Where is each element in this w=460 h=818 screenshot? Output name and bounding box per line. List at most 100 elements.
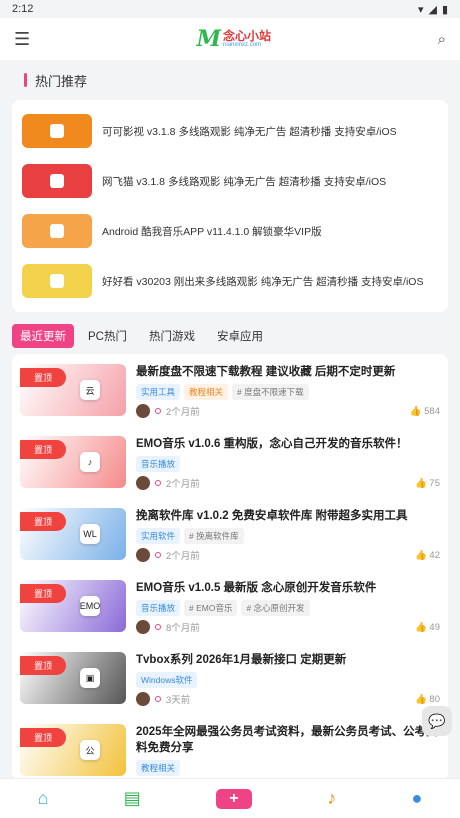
app-header: ☰ M 念心小站 nianxinxz.com ⌕: [0, 18, 460, 60]
user-icon[interactable]: ●: [411, 788, 422, 809]
post-time: 3天前: [166, 695, 191, 707]
hot-item[interactable]: Android 酷我音乐APP v11.4.1.0 解锁豪华VIP版: [22, 206, 438, 256]
avatar[interactable]: [136, 476, 150, 491]
post-meta: 2个月前 👍 584: [136, 404, 440, 419]
post-thumb: 置顶 WL: [20, 508, 126, 560]
post-title[interactable]: Tvbox系列 2026年1月最新接口 定期更新: [136, 652, 440, 668]
post-tag[interactable]: 实用软件: [136, 528, 181, 545]
avatar[interactable]: [136, 404, 150, 419]
bottom-nav: ⌂ ▤ + ♪ ●: [0, 778, 460, 818]
post-tags: 音乐播放: [136, 456, 440, 473]
app-icon: [50, 274, 64, 288]
hot-title-text: 热门推荐: [35, 73, 88, 89]
app-icon: ♪: [80, 452, 100, 472]
post-item[interactable]: 置顶 WL 挽离软件库 v1.0.2 免费安卓软件库 附带超多实用工具 实用软件…: [20, 502, 440, 574]
post-tag[interactable]: 实用工具: [136, 384, 181, 401]
pinned-badge: 置顶: [20, 512, 67, 531]
tab-2[interactable]: 热门游戏: [141, 324, 203, 348]
post-item[interactable]: 置顶 公 2025年全网最强公务员考试资料，最新公务员考试、公考资料免费分享 教…: [20, 718, 440, 780]
hot-item-title: Android 酷我音乐APP v11.4.1.0 解锁豪华VIP版: [102, 225, 322, 238]
hot-item[interactable]: 好好看 v30203 刚出来多线路观影 纯净无广告 超清秒播 支持安卓/iOS: [22, 256, 438, 306]
post-meta: 2个月前 👍 75: [136, 476, 440, 491]
post-tag[interactable]: # 度盘不限速下载: [232, 384, 309, 401]
post-list: 置顶 云 最新度盘不限速下载教程 建议收藏 后期不定时更新 实用工具 教程相关 # …: [12, 354, 448, 780]
logo-subtitle: nianxinxz.com: [223, 42, 262, 48]
post-tag[interactable]: # EMO音乐: [184, 600, 238, 617]
post-tag[interactable]: # 念心原创开发: [241, 600, 310, 617]
avatar[interactable]: [136, 620, 150, 635]
post-item[interactable]: 置顶 云 最新度盘不限速下载教程 建议收藏 后期不定时更新 实用工具 教程相关 # …: [20, 358, 440, 430]
tab-0[interactable]: 最近更新: [12, 324, 74, 348]
chat-float-button[interactable]: 💬: [422, 706, 452, 736]
hot-thumb: [22, 114, 92, 148]
post-tag[interactable]: Windows软件: [136, 672, 198, 689]
like-count[interactable]: 👍 75: [415, 478, 440, 489]
avatar[interactable]: [136, 548, 150, 563]
app-icon: ▣: [80, 668, 100, 688]
wallet-icon[interactable]: ▤: [124, 788, 141, 809]
post-title[interactable]: EMO音乐 v1.0.6 重构版，念心自己开发的音乐软件！: [136, 436, 440, 452]
app-icon: 公: [80, 740, 100, 760]
post-tags: 实用软件 # 挽离软件库: [136, 528, 440, 545]
publish-button[interactable]: +: [215, 788, 252, 809]
hot-item-title: 好好看 v30203 刚出来多线路观影 纯净无广告 超清秒播 支持安卓/iOS: [102, 275, 424, 288]
post-tag[interactable]: 教程相关: [136, 760, 181, 777]
post-title[interactable]: 最新度盘不限速下载教程 建议收藏 后期不定时更新: [136, 364, 440, 380]
app-icon: [50, 174, 64, 188]
post-thumb: 置顶 云: [20, 364, 126, 416]
post-item[interactable]: 置顶 ▣ Tvbox系列 2026年1月最新接口 定期更新 Windows软件 …: [20, 646, 440, 718]
status-icons: ▾ ◢ ▮: [418, 3, 448, 16]
hot-item[interactable]: 可可影视 v3.1.8 多线路观影 纯净无广告 超清秒播 支持安卓/iOS: [22, 106, 438, 156]
post-tag[interactable]: 音乐播放: [136, 456, 181, 473]
post-item[interactable]: 置顶 ♪ EMO音乐 v1.0.6 重构版，念心自己开发的音乐软件！ 音乐播放 …: [20, 430, 440, 502]
like-count[interactable]: 👍 80: [415, 694, 440, 705]
post-meta: 8个月前 👍 49: [136, 620, 440, 635]
post-title[interactable]: 2025年全网最强公务员考试资料，最新公务员考试、公考资料免费分享: [136, 724, 440, 756]
title-accent-bar: [24, 73, 27, 87]
post-meta: 3天前 👍 80: [136, 692, 440, 707]
post-tags: 教程相关: [136, 760, 440, 777]
like-count[interactable]: 👍 42: [415, 550, 440, 561]
time-icon: [155, 552, 161, 559]
post-thumb: 置顶 EMO: [20, 580, 126, 632]
home-icon[interactable]: ⌂: [38, 788, 49, 809]
wifi-icon: ▾: [417, 3, 424, 16]
bell-icon[interactable]: ♪: [327, 788, 336, 809]
category-tabs: 最近更新 PC热门 热门游戏 安卓应用: [0, 312, 460, 354]
post-tag[interactable]: 音乐播放: [136, 600, 181, 617]
battery-icon: ▮: [441, 3, 448, 16]
tab-1[interactable]: PC热门: [80, 324, 135, 348]
hot-item[interactable]: 网飞猫 v3.1.8 多线路观影 纯净无广告 超清秒播 支持安卓/iOS: [22, 156, 438, 206]
signal-icon: ◢: [428, 3, 437, 16]
hot-thumb: [22, 214, 92, 248]
post-title[interactable]: 挽离软件库 v1.0.2 免费安卓软件库 附带超多实用工具: [136, 508, 440, 524]
post-thumb: 置顶 公: [20, 724, 126, 776]
post-time: 2个月前: [166, 551, 200, 563]
tab-3[interactable]: 安卓应用: [209, 324, 271, 348]
post-title[interactable]: EMO音乐 v1.0.5 最新版 念心原创开发音乐软件: [136, 580, 440, 596]
menu-icon[interactable]: ☰: [14, 29, 30, 50]
post-tag[interactable]: # 挽离软件库: [184, 528, 244, 545]
like-count[interactable]: 👍 49: [415, 622, 440, 633]
pinned-badge: 置顶: [20, 656, 67, 675]
site-logo[interactable]: M 念心小站 nianxinxz.com: [197, 26, 271, 52]
avatar[interactable]: [136, 692, 150, 707]
logo-title: 念心小站: [223, 29, 272, 43]
time-icon: [155, 696, 161, 703]
hot-thumb: [22, 164, 92, 198]
like-value: 80: [429, 693, 440, 705]
post-time: 2个月前: [166, 479, 200, 491]
status-time: 2:12: [12, 3, 34, 15]
pinned-badge: 置顶: [20, 584, 67, 603]
post-tags: 音乐播放 # EMO音乐 # 念心原创开发: [136, 600, 440, 617]
hot-item-title: 网飞猫 v3.1.8 多线路观影 纯净无广告 超清秒播 支持安卓/iOS: [102, 175, 387, 188]
post-tag[interactable]: 教程相关: [184, 384, 229, 401]
app-icon: EMO: [80, 596, 100, 616]
pinned-badge: 置顶: [20, 368, 67, 387]
search-icon[interactable]: ⌕: [438, 31, 446, 48]
post-time: 8个月前: [166, 623, 200, 635]
hot-item-title: 可可影视 v3.1.8 多线路观影 纯净无广告 超清秒播 支持安卓/iOS: [102, 125, 397, 138]
post-item[interactable]: 置顶 EMO EMO音乐 v1.0.5 最新版 念心原创开发音乐软件 音乐播放 #…: [20, 574, 440, 646]
like-count[interactable]: 👍 584: [410, 406, 440, 417]
pinned-badge: 置顶: [20, 440, 67, 459]
